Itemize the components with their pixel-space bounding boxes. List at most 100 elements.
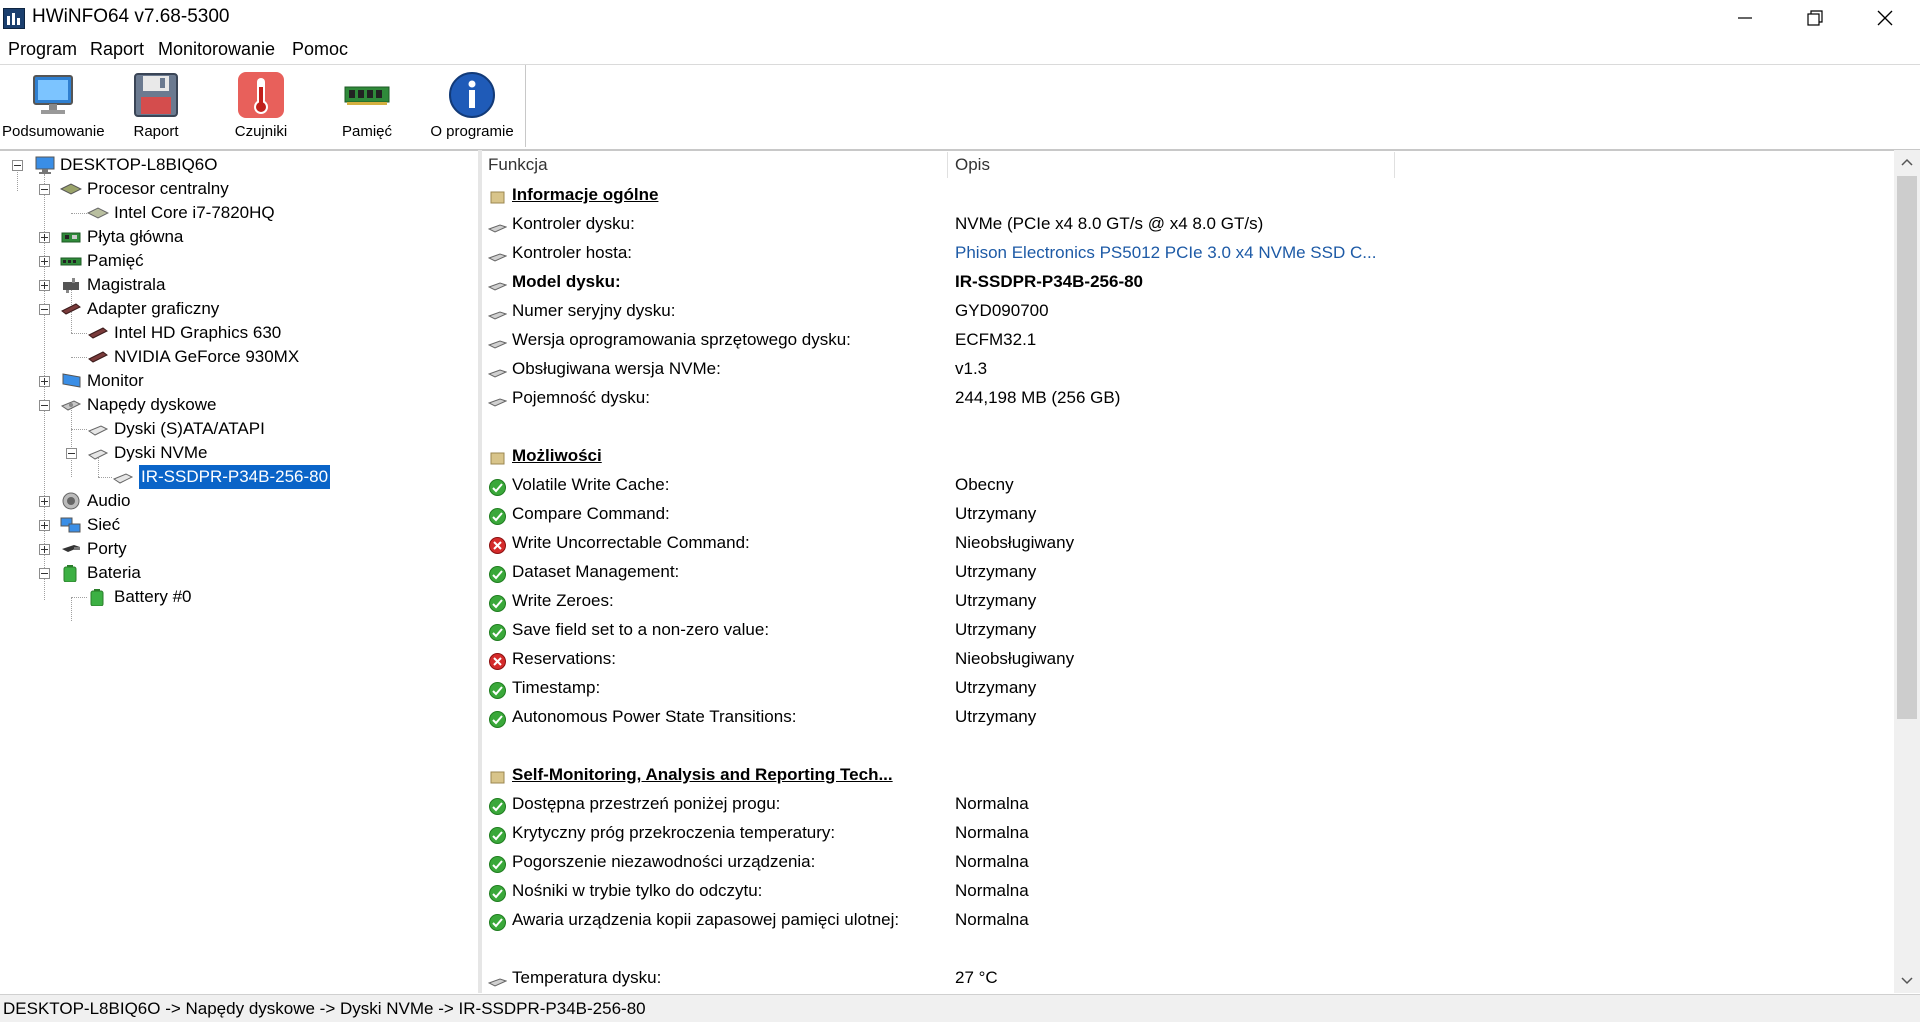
field-value: Normalna [955, 910, 1029, 929]
collapse-toggle[interactable] [66, 448, 77, 459]
expand-toggle[interactable] [39, 496, 50, 507]
detail-row[interactable]: Model dysku: IR-SSDPR-P34B-256-80 [482, 267, 1894, 296]
section-title: Self-Monitoring, Analysis and Reporting … [512, 765, 893, 784]
collapse-toggle[interactable] [39, 184, 50, 195]
column-header-description[interactable]: Opis [955, 150, 990, 180]
report-button[interactable]: Raport [106, 71, 206, 149]
scrollbar-thumb[interactable] [1897, 176, 1917, 719]
menu-program[interactable]: Program [6, 39, 79, 60]
column-separator[interactable] [1394, 152, 1395, 178]
expand-toggle[interactable] [39, 376, 50, 387]
detail-row[interactable]: Pogorszenie niezawodności urządzenia: Nor… [482, 847, 1894, 876]
menu-bar: Program Raport Monitorowanie Pomoc [0, 36, 1920, 65]
thermometer-icon [237, 71, 285, 119]
field-label: Numer seryjny dysku: [512, 301, 676, 320]
restore-button[interactable] [1780, 0, 1850, 36]
detail-row[interactable]: Wersja oprogramowania sprzętowego dysku:… [482, 325, 1894, 354]
cpu-icon [59, 180, 83, 198]
check-circle-icon [488, 824, 507, 844]
detail-row[interactable]: Kontroler dysku: NVMe (PCIe x4 8.0 GT/s @… [482, 209, 1894, 238]
collapse-toggle[interactable] [12, 160, 23, 171]
detail-row[interactable]: Volatile Write Cache: Obecny [482, 470, 1894, 499]
field-label: Kontroler dysku: [512, 214, 635, 233]
graphics-card-icon [60, 300, 82, 318]
toolbar-separator [525, 65, 526, 147]
field-value: Utrzymany [955, 707, 1037, 726]
disk-drive-icon [487, 360, 508, 378]
check-circle-icon [488, 911, 507, 931]
section-header-general[interactable]: Informacje ogólne [482, 180, 1894, 209]
check-circle-icon [488, 882, 507, 902]
minimize-button[interactable] [1710, 0, 1780, 36]
battery-icon [87, 588, 109, 607]
field-value: Nieobsługiwany [955, 533, 1075, 552]
disk-drive-icon [487, 389, 508, 407]
detail-row[interactable]: Obsługiwana wersja NVMe: v1.3 [482, 354, 1894, 383]
disk-drive-icon [487, 331, 508, 349]
detail-row[interactable]: Numer seryjny dysku: GYD090700 [482, 296, 1894, 325]
scroll-down-arrow-icon[interactable] [1894, 969, 1920, 993]
collapse-toggle[interactable] [39, 568, 50, 579]
expand-toggle[interactable] [39, 544, 50, 555]
detail-row[interactable]: Timestamp: Utrzymany [482, 673, 1894, 702]
field-label: Save field set to a non-zero value: [512, 620, 770, 639]
computer-icon [34, 156, 56, 174]
field-label: Compare Command: [512, 504, 670, 523]
section-header-features[interactable]: Możliwości [482, 441, 1894, 470]
disk-drive-icon [487, 215, 508, 233]
bus-icon [60, 276, 82, 294]
scroll-up-arrow-icon[interactable] [1894, 150, 1920, 174]
memory-module-icon [60, 252, 82, 270]
column-header-function[interactable]: Funkcja [488, 150, 548, 180]
menu-monitorowanie[interactable]: Monitorowanie [156, 39, 277, 60]
cpu-icon [86, 204, 110, 222]
field-label: Krytyczny próg przekroczenia temperatury… [512, 823, 836, 842]
field-label: Obsługiwana wersja NVMe: [512, 359, 721, 378]
field-label: Nośniki w trybie tylko do odczytu: [512, 881, 763, 900]
expand-toggle[interactable] [39, 520, 50, 531]
expand-toggle[interactable] [39, 256, 50, 267]
detail-row[interactable]: Krytyczny próg przekroczenia temperatury… [482, 818, 1894, 847]
detail-row[interactable]: Write Uncorrectable Command: Nieobsługiwa… [482, 528, 1894, 557]
detail-row[interactable]: Compare Command: Utrzymany [482, 499, 1894, 528]
monitor-icon [60, 372, 82, 390]
check-circle-icon [488, 505, 507, 525]
check-circle-icon [488, 621, 507, 641]
field-label: Kontroler hosta: [512, 243, 633, 262]
menu-pomoc[interactable]: Pomoc [290, 39, 350, 60]
detail-row[interactable]: Dataset Management: Utrzymany [482, 557, 1894, 586]
disk-drive-icon [487, 969, 508, 987]
section-header-smart[interactable]: Self-Monitoring, Analysis and Reporting … [482, 760, 1894, 789]
expand-toggle[interactable] [39, 232, 50, 243]
field-label: Volatile Write Cache: [512, 475, 670, 494]
detail-row[interactable]: Autonomous Power State Transitions: Utrzy… [482, 702, 1894, 731]
field-value: Normalna [955, 852, 1029, 871]
hwinfo-app-icon [3, 8, 25, 29]
field-value: Utrzymany [955, 562, 1037, 581]
close-button[interactable] [1850, 0, 1920, 36]
collapse-toggle[interactable] [39, 400, 50, 411]
collapse-toggle[interactable] [39, 304, 50, 315]
detail-row[interactable]: Nośniki w trybie tylko do odczytu: Normal… [482, 876, 1894, 905]
detail-row[interactable]: Pojemność dysku: 244,198 MB (256 GB) [482, 383, 1894, 412]
detail-row[interactable]: Reservations: Nieobsługiwany [482, 644, 1894, 673]
summary-button[interactable]: Podsumowanie [2, 71, 105, 149]
field-label: Write Uncorrectable Command: [512, 533, 750, 552]
disk-drive-icon [487, 244, 508, 262]
detail-row[interactable]: Kontroler hosta: Phison Electronics PS501… [482, 238, 1894, 267]
memory-button[interactable]: Pamięć [317, 71, 417, 149]
detail-row[interactable]: Temperatura dysku: 27 °C [482, 963, 1894, 992]
detail-row[interactable]: Dostępna przestrzeń poniżej progu: Normal… [482, 789, 1894, 818]
about-button[interactable]: O programie [422, 71, 522, 149]
detail-row[interactable]: Save field set to a non-zero value: Utrzy… [482, 615, 1894, 644]
column-separator[interactable] [947, 152, 948, 178]
expand-toggle[interactable] [39, 280, 50, 291]
menu-raport[interactable]: Raport [88, 39, 146, 60]
sensors-button[interactable]: Czujniki [211, 71, 311, 149]
field-label: Write Zeroes: [512, 591, 614, 610]
field-value: NVMe (PCIe x4 8.0 GT/s @ x4 8.0 GT/s) [955, 214, 1264, 233]
detail-row[interactable]: Awaria urządzenia kopii zapasowej pamięc… [482, 905, 1894, 934]
detail-row[interactable]: Write Zeroes: Utrzymany [482, 586, 1894, 615]
vertical-scrollbar[interactable] [1894, 150, 1920, 993]
field-value[interactable]: Phison Electronics PS5012 PCIe 3.0 x4 NV… [955, 238, 1376, 267]
